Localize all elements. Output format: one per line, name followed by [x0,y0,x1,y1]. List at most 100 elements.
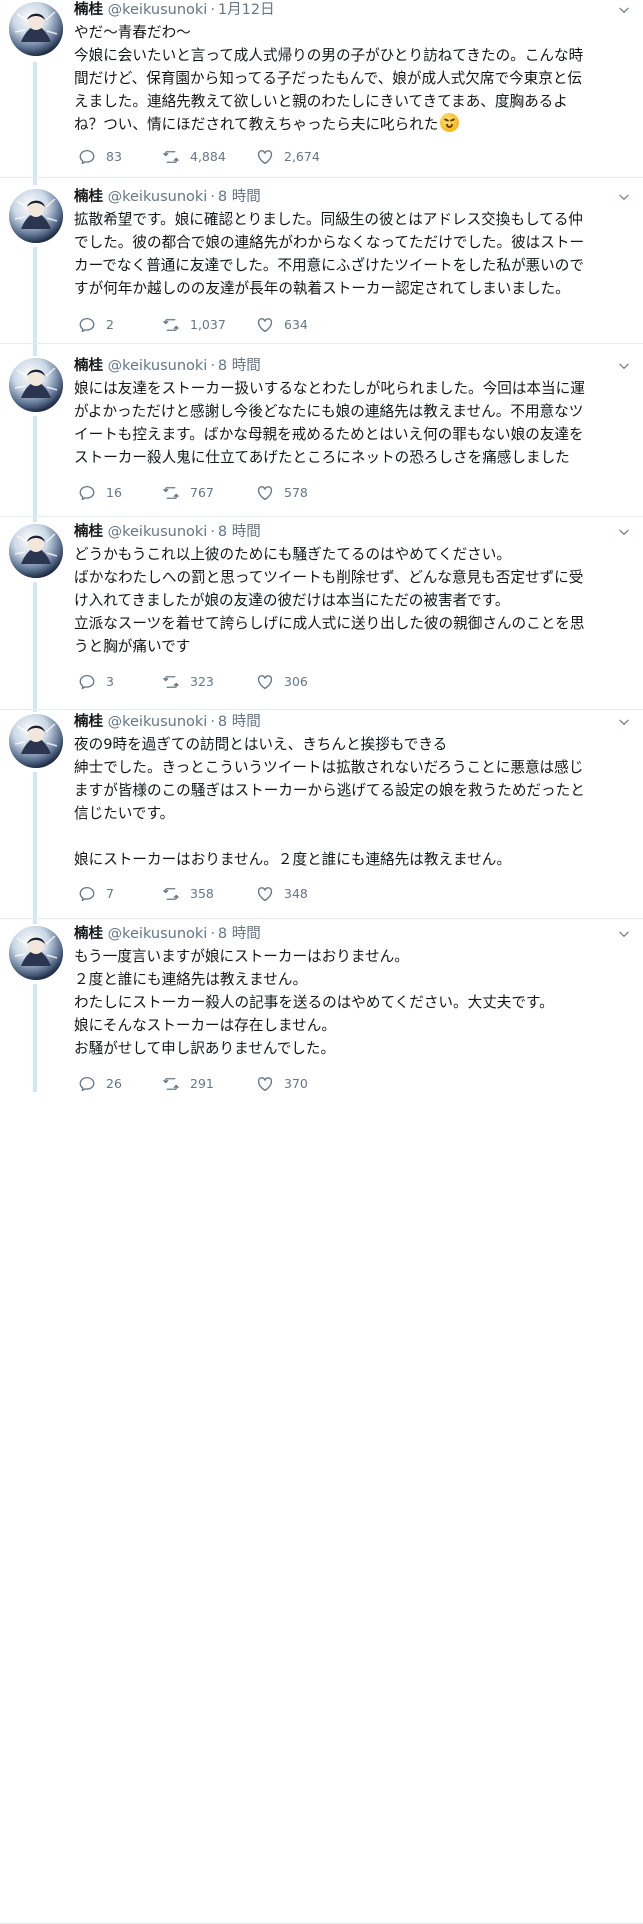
like-button[interactable]: 370 [256,1074,308,1094]
separator-dot: · [210,926,215,942]
tweet-text-line-content: 拡散希望です。娘に確認とりました。同級生の彼とはアドレス交換もしてる仲 [74,211,583,228]
user-handle[interactable]: @keikusunoki [108,189,208,205]
tweet-timestamp[interactable]: 8 時間 [218,524,261,540]
retweet-button[interactable]: 4,884 [162,147,226,167]
tweet-divider [0,516,643,517]
tweet-text-line-content: わたしにストーカー殺人の記事を送るのはやめてください。大丈夫です。 [74,994,554,1011]
retweet-button[interactable]: 291 [162,1074,214,1094]
tweet-text-line: 間だけど、保育園から知ってる子だったもんで、娘が成人式欠席で今東京と伝 [74,67,634,90]
tweet-text-line: お騒がせして申し訳ありませんでした。 [74,1037,634,1060]
avatar[interactable] [9,189,63,243]
reply-icon [78,148,106,166]
tweet-text-line-content: け入れてきましたが娘の友達の彼だけは本当にただの被害者です。 [74,592,510,609]
heart-icon [256,484,284,502]
tweet-text-line-content: カーでなく普通に友達でした。不用意にふざけたツイートをした私が悪いので [74,257,584,274]
likes-count: 2,674 [284,149,320,164]
chevron-down-icon[interactable] [617,190,633,204]
retweets-count: 358 [190,886,214,901]
user-handle[interactable]: @keikusunoki [108,714,208,730]
retweet-icon [162,885,190,903]
tweet-header: 楠桂 @keikusunoki · 8 時間 [74,356,261,376]
tweet-text-line: カーでなく普通に友達でした。不用意にふざけたツイートをした私が悪いので [74,254,634,277]
chevron-down-icon[interactable] [617,927,633,941]
tweet-actions: 2 1,037 634 [74,315,594,335]
reply-button[interactable]: 3 [78,672,114,692]
reply-button[interactable]: 2 [78,315,114,335]
retweet-button[interactable]: 323 [162,672,214,692]
thread-connector-line [33,984,37,1092]
thread-connector-line [33,247,37,356]
chevron-down-icon[interactable] [617,525,633,539]
heart-icon [256,316,284,334]
chevron-down-icon[interactable] [617,3,633,17]
tweet-text-line: 拡散希望です。娘に確認とりました。同級生の彼とはアドレス交換もしてる仲 [74,208,634,231]
user-handle[interactable]: @keikusunoki [108,358,208,374]
retweet-button[interactable]: 767 [162,483,214,503]
retweet-button[interactable]: 358 [162,884,214,904]
tweet-text-line-content: どうかもうこれ以上彼のためにも騒ぎたてるのはやめてください。 [74,546,511,563]
tweet-text-line-content: ばかなわたしへの罰と思ってツイートも削除せず、どんな意見も否定せずに受 [74,569,584,586]
replies-count: 2 [106,317,114,332]
tweet-text-line: ますが皆様のこの騒ぎはストーカーから逃げてる設定の娘を救うためだったと [74,779,634,802]
tweet-text-line: でした。彼の都合で娘の連絡先がわからなくなってただけでした。彼はストー [74,231,634,254]
user-handle[interactable]: @keikusunoki [108,2,208,18]
tweet-text-line-content: 間だけど、保育園から知ってる子だったもんで、娘が成人式欠席で今東京と伝 [74,70,583,87]
tweet-text-line-content: お騒がせして申し訳ありませんでした。 [74,1040,336,1057]
retweets-count: 291 [190,1076,214,1091]
heart-icon [256,1075,284,1093]
display-name[interactable]: 楠桂 [74,189,103,205]
tweet-text-line: ばかなわたしへの罰と思ってツイートも削除せず、どんな意見も否定せずに受 [74,566,634,589]
user-handle[interactable]: @keikusunoki [108,524,208,540]
replies-count: 26 [106,1076,122,1091]
display-name[interactable]: 楠桂 [74,714,103,730]
like-button[interactable]: 578 [256,483,308,503]
heart-icon [256,148,284,166]
retweet-icon [162,673,190,691]
reply-icon [78,316,106,334]
tweet-text-line: ストーカー殺人鬼に仕立てあげたところにネットの恐ろしさを痛感しました [74,446,634,469]
reply-button[interactable]: 7 [78,884,114,904]
chevron-down-icon[interactable] [617,359,633,373]
reply-button[interactable]: 83 [78,147,122,167]
avatar[interactable] [9,714,63,768]
avatar[interactable] [9,358,63,412]
tweet-text-line-content: 紳士でした。きっとこういうツイートは拡散されないだろうことに悪意は感じ [74,759,584,776]
avatar[interactable] [9,2,63,56]
tweet-text-line: どうかもうこれ以上彼のためにも騒ぎたてるのはやめてください。 [74,543,634,566]
like-button[interactable]: 306 [256,672,308,692]
tweet-text-line: 夜の9時を過ぎての訪問とはいえ、きちんと挨拶もできる [74,733,634,756]
tweet-timestamp[interactable]: 8 時間 [218,714,261,730]
reply-button[interactable]: 26 [78,1074,122,1094]
retweet-icon [162,484,190,502]
user-handle[interactable]: @keikusunoki [108,926,208,942]
like-button[interactable]: 2,674 [256,147,320,167]
tweet-text-line-content: ２度と誰にも連絡先は教えません。 [74,971,308,988]
likes-count: 370 [284,1076,308,1091]
reply-button[interactable]: 16 [78,483,122,503]
tweet-text-line: うと胸が痛いです [74,635,634,658]
tweet-text-line: ２度と誰にも連絡先は教えません。 [74,968,634,991]
tweet-timestamp[interactable]: 8 時間 [218,926,261,942]
display-name[interactable]: 楠桂 [74,524,103,540]
tweet-timestamp[interactable]: 1月12日 [218,2,275,18]
display-name[interactable]: 楠桂 [74,926,103,942]
retweet-icon [162,316,190,334]
avatar[interactable] [9,524,63,578]
display-name[interactable]: 楠桂 [74,2,103,18]
chevron-down-icon[interactable] [617,715,633,729]
tweet-text-line: やだ〜青春だわ〜 [74,21,634,44]
reply-icon [78,885,106,903]
like-button[interactable]: 634 [256,315,308,335]
retweet-button[interactable]: 1,037 [162,315,226,335]
avatar[interactable] [9,926,63,980]
tweet-divider [0,918,643,919]
reply-icon [78,484,106,502]
tweet-text-line-content: 夜の9時を過ぎての訪問とはいえ、きちんと挨拶もできる [74,736,448,753]
like-button[interactable]: 348 [256,884,308,904]
tweet-text-line: 紳士でした。きっとこういうツイートは拡散されないだろうことに悪意は感じ [74,756,634,779]
tweet-timestamp[interactable]: 8 時間 [218,189,261,205]
tweet-timestamp[interactable]: 8 時間 [218,358,261,374]
likes-count: 634 [284,317,308,332]
display-name[interactable]: 楠桂 [74,358,103,374]
retweet-icon [162,1075,190,1093]
